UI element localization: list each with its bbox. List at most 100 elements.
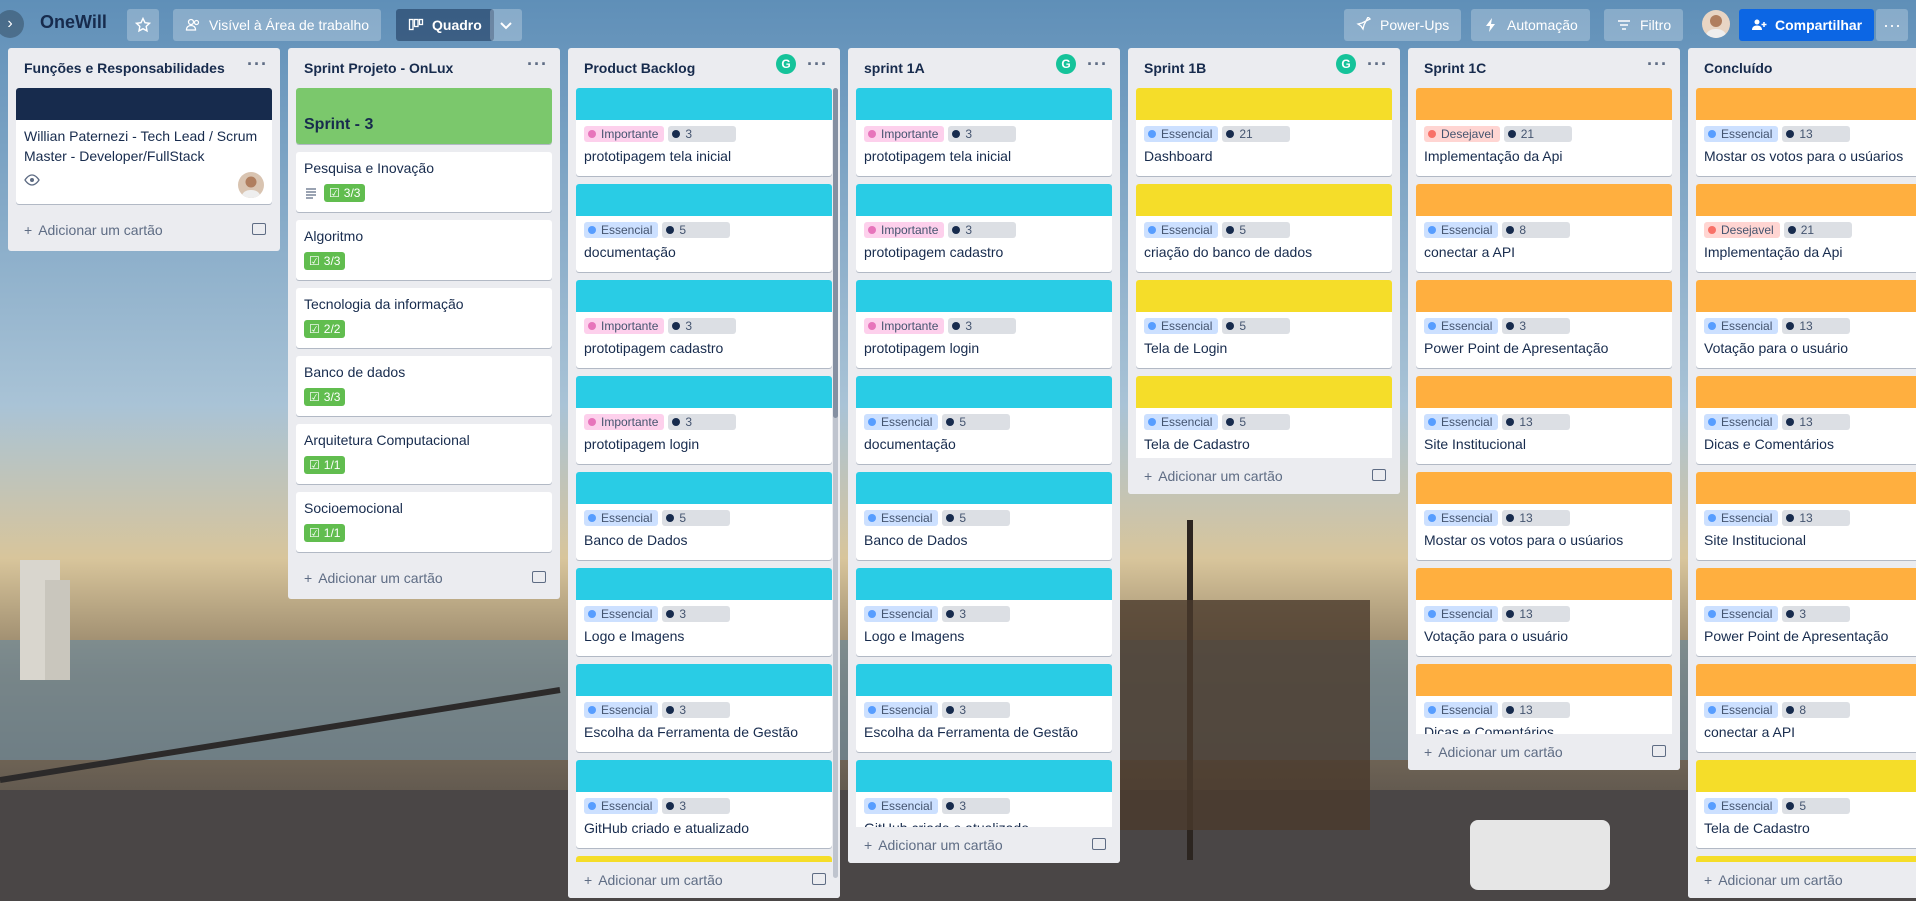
card[interactable]: Banco de dados ☑ 3/3 [296, 356, 552, 416]
board-menu-button[interactable]: ··· [1876, 9, 1908, 41]
card[interactable]: Tecnologia da informação ☑ 2/2 [296, 288, 552, 348]
card[interactable]: Essencial 5 Banco de Dados [856, 472, 1112, 560]
priority-label-text: Essencial [1161, 415, 1213, 429]
list-menu-icon[interactable]: ··· [807, 54, 828, 75]
card[interactable]: Essencial 13 Site Institucional [1696, 472, 1916, 560]
board-title[interactable]: OneWill [40, 12, 107, 33]
list-title[interactable]: Sprint 1C [1424, 60, 1486, 76]
card[interactable]: Importante 3 prototipagem login [856, 280, 1112, 368]
grammarly-icon[interactable]: G [1056, 54, 1076, 74]
card[interactable]: Essencial 13 Site Institucional [1416, 376, 1672, 464]
add-card-button[interactable]: + Adicionar um cartão [1688, 862, 1916, 898]
sidebar-toggle-button[interactable]: › [0, 10, 24, 38]
card[interactable]: Arquitetura Computacional ☑ 1/1 [296, 424, 552, 484]
add-card-button[interactable]: + Adicionar um cartão [1408, 734, 1680, 770]
card[interactable]: Essencial 13 Dicas e Comentários [1696, 376, 1916, 464]
list-title[interactable]: Product Backlog [584, 60, 695, 76]
label-dot-icon [868, 226, 876, 234]
card[interactable]: Essencial 3 Logo e Imagens [576, 568, 832, 656]
list-title[interactable]: Sprint Projeto - OnLux [304, 60, 453, 76]
card[interactable]: Essencial 3 Escolha da Ferramenta de Gestã… [576, 664, 832, 752]
automation-button[interactable]: Automação [1471, 9, 1590, 41]
template-icon[interactable] [252, 223, 266, 235]
priority-label: Essencial [1144, 318, 1219, 334]
grammarly-icon[interactable]: G [1336, 54, 1356, 74]
card[interactable]: Essencial 3 Power Point de Apresentação [1416, 280, 1672, 368]
card[interactable]: Essencial 5 Tela de Login [1136, 280, 1392, 368]
card[interactable]: Algoritmo ☑ 3/3 [296, 220, 552, 280]
add-card-button[interactable]: + Adicionar um cartão [568, 862, 840, 898]
card[interactable]: Willian Paternezi - Tech Lead / Scrum Ma… [16, 88, 272, 204]
list-menu-icon[interactable]: ··· [1087, 54, 1108, 75]
list-menu-icon[interactable]: ··· [527, 54, 548, 75]
filter-button[interactable]: Filtro [1604, 9, 1684, 41]
list-menu-icon[interactable]: ··· [247, 54, 268, 75]
list-header[interactable]: Sprint 1C ··· [1408, 48, 1680, 88]
card[interactable]: Essencial 13 Mostar os votos para o usúari… [1696, 88, 1916, 176]
view-dropdown-button[interactable] [490, 9, 522, 41]
card-title: Pesquisa e Inovação [304, 160, 434, 176]
card[interactable]: Essencial 3 Logo e Imagens [856, 568, 1112, 656]
card[interactable]: Essencial 3 Power Point de Apresentação [1696, 568, 1916, 656]
card[interactable]: Essencial 13 Mostar os votos para o usúari… [1416, 472, 1672, 560]
view-switcher-board[interactable]: Quadro [396, 9, 494, 41]
star-button[interactable] [127, 9, 159, 41]
list-title[interactable]: sprint 1A [864, 60, 925, 76]
card[interactable]: Importante 3 prototipagem tela inicial [576, 88, 832, 176]
template-icon[interactable] [532, 571, 546, 583]
add-card-button[interactable]: + Adicionar um cartão [1128, 458, 1400, 494]
add-card-button[interactable]: + Adicionar um cartão [288, 560, 560, 596]
card[interactable]: Essencial 21 Dashboard [1136, 88, 1392, 176]
list-title[interactable]: Sprint 1B [1144, 60, 1206, 76]
card[interactable]: Essencial 5 Tela de Cadastro [1696, 760, 1916, 848]
card[interactable]: Essencial 13 Votação para o usuário [1696, 280, 1916, 368]
card[interactable]: Essencial 3 Escolha da Ferramenta de Gestã… [856, 664, 1112, 752]
powerups-button[interactable]: Power-Ups [1344, 9, 1462, 41]
list-header[interactable]: Concluído··· [1688, 48, 1916, 88]
card[interactable]: Essencial 8 conectar a API [1696, 664, 1916, 752]
member-avatar[interactable] [1702, 10, 1730, 38]
card[interactable]: Pesquisa e Inovação ☑ 3/3 [296, 152, 552, 212]
template-icon[interactable] [812, 873, 826, 885]
card[interactable]: Importante 3 prototipagem cadastro [576, 280, 832, 368]
card[interactable]: Essencial 8 conectar a API [1416, 184, 1672, 272]
template-icon[interactable] [1092, 838, 1106, 850]
card[interactable]: Essencial 5 Banco de Dados [576, 472, 832, 560]
card[interactable]: Essencial 5 documentação [576, 184, 832, 272]
card-sprint[interactable]: Sprint - 3 [296, 88, 552, 144]
card[interactable]: Desejavel 21 Implementação da Api [1416, 88, 1672, 176]
grammarly-icon[interactable]: G [776, 54, 796, 74]
card[interactable]: Desejavel 21 Implementação da Api [1696, 184, 1916, 272]
list-title[interactable]: Concluído [1704, 60, 1772, 76]
card-member-avatar[interactable] [238, 172, 264, 198]
list-header[interactable]: Product Backlog G ··· [568, 48, 840, 88]
add-card-button[interactable]: + Adicionar um cartão [8, 212, 280, 248]
visibility-button[interactable]: Visível à Área de trabalho [173, 9, 382, 41]
person-avatar-icon [241, 176, 261, 198]
card[interactable]: Importante 3 prototipagem cadastro [856, 184, 1112, 272]
list-title[interactable]: Funções e Responsabilidades [24, 60, 225, 76]
list-header[interactable]: Funções e Responsabilidades ··· [8, 48, 280, 88]
label-dot-icon [946, 514, 955, 522]
list-menu-icon[interactable]: ··· [1367, 54, 1388, 75]
card[interactable]: Essencial 5 documentação [856, 376, 1112, 464]
card[interactable]: Socioemocional ☑ 1/1 [296, 492, 552, 552]
template-icon[interactable] [1372, 469, 1386, 481]
card[interactable]: Importante 3 prototipagem login [576, 376, 832, 464]
list-menu-icon[interactable]: ··· [1647, 54, 1668, 75]
priority-label: Importante [584, 414, 665, 430]
card[interactable]: Essencial 13 Votação para o usuário [1416, 568, 1672, 656]
priority-label-text: Desejavel [1721, 223, 1774, 237]
card[interactable]: Importante 3 prototipagem tela inicial [856, 88, 1112, 176]
list-header[interactable]: Sprint 1B G ··· [1128, 48, 1400, 88]
card[interactable]: Essencial 5 Tela de Cadastro [1136, 376, 1392, 464]
card[interactable]: Essencial 3 GitHub criado e atualizado [576, 760, 832, 848]
label-dot-icon [1506, 226, 1515, 234]
template-icon[interactable] [1652, 745, 1666, 757]
list-header[interactable]: Sprint Projeto - OnLux ··· [288, 48, 560, 88]
share-button[interactable]: Compartilhar [1739, 9, 1875, 41]
card[interactable]: Essencial 5 criação do banco de dados [1136, 184, 1392, 272]
add-card-button[interactable]: + Adicionar um cartão [848, 827, 1120, 863]
list-header[interactable]: sprint 1A G ··· [848, 48, 1120, 88]
list-scrollbar-thumb[interactable] [833, 88, 838, 418]
